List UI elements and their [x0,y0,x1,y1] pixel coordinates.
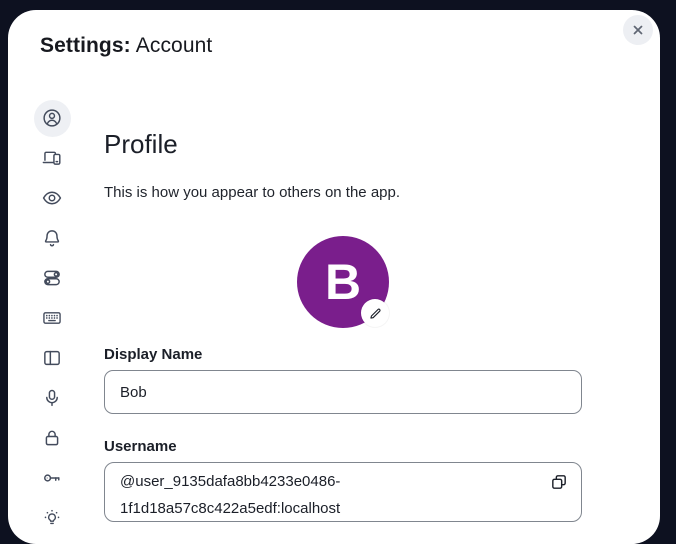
avatar-letter: B [325,257,361,307]
settings-dialog: Settings:Account [8,10,660,544]
dialog-title: Settings:Account [40,34,212,58]
tab-pill [34,340,71,377]
copy-icon [549,472,569,492]
sidebar-item-mic[interactable] [26,378,78,418]
display-name-label: Display Name [104,346,202,363]
sidebar-item-bulb[interactable] [26,498,78,538]
dialog-title-prefix: Settings: [40,34,131,57]
tab-pill [34,220,71,257]
user-profile-icon [41,107,63,129]
lightbulb-icon [41,507,63,529]
eye-icon [41,187,63,209]
key-icon [41,467,63,489]
sidebar-item-key[interactable] [26,458,78,498]
devices-icon [41,147,63,169]
sidebar-panel-icon [41,347,63,369]
close-icon [630,22,646,38]
bell-icon [41,227,63,249]
display-name-input[interactable] [104,370,582,414]
username-label: Username [104,438,177,455]
settings-tabs-sidebar [26,98,78,538]
dialog-title-tab-name: Account [136,34,213,57]
keyboard-icon [41,307,63,329]
sidebar-item-panel[interactable] [26,338,78,378]
tab-pill [34,260,71,297]
app-backdrop: { "window": { "backdrop_color": "#0d1120… [0,0,676,544]
username-field: @user_9135dafa8bb4233e0486-1f1d18a57c8c4… [104,462,582,522]
avatar-edit-button[interactable] [361,299,389,327]
sidebar-item-keyboard[interactable] [26,298,78,338]
tab-pill [34,460,71,497]
sidebar-item-profile[interactable] [26,98,78,138]
lock-icon [41,427,63,449]
tab-pill [34,420,71,457]
username-value: @user_9135dafa8bb4233e0486-1f1d18a57c8c4… [120,468,480,522]
profile-heading: Profile [104,129,178,160]
tab-pill [34,140,71,177]
sidebar-item-eye[interactable] [26,178,78,218]
sidebar-item-lock[interactable] [26,418,78,458]
sidebar-item-devices[interactable] [26,138,78,178]
copy-username-button[interactable] [549,471,571,493]
close-button[interactable] [623,15,653,45]
tab-pill [34,300,71,337]
active-tab-highlight [34,100,71,137]
tab-pill [34,500,71,537]
sidebar-item-bell[interactable] [26,218,78,258]
pencil-icon [368,306,383,321]
sidebar-item-toggles[interactable] [26,258,78,298]
tab-pill [34,180,71,217]
profile-description: This is how you appear to others on the … [104,184,400,201]
toggles-icon [41,267,63,289]
avatar[interactable]: B [297,236,389,328]
microphone-icon [41,387,63,409]
tab-pill [34,380,71,417]
